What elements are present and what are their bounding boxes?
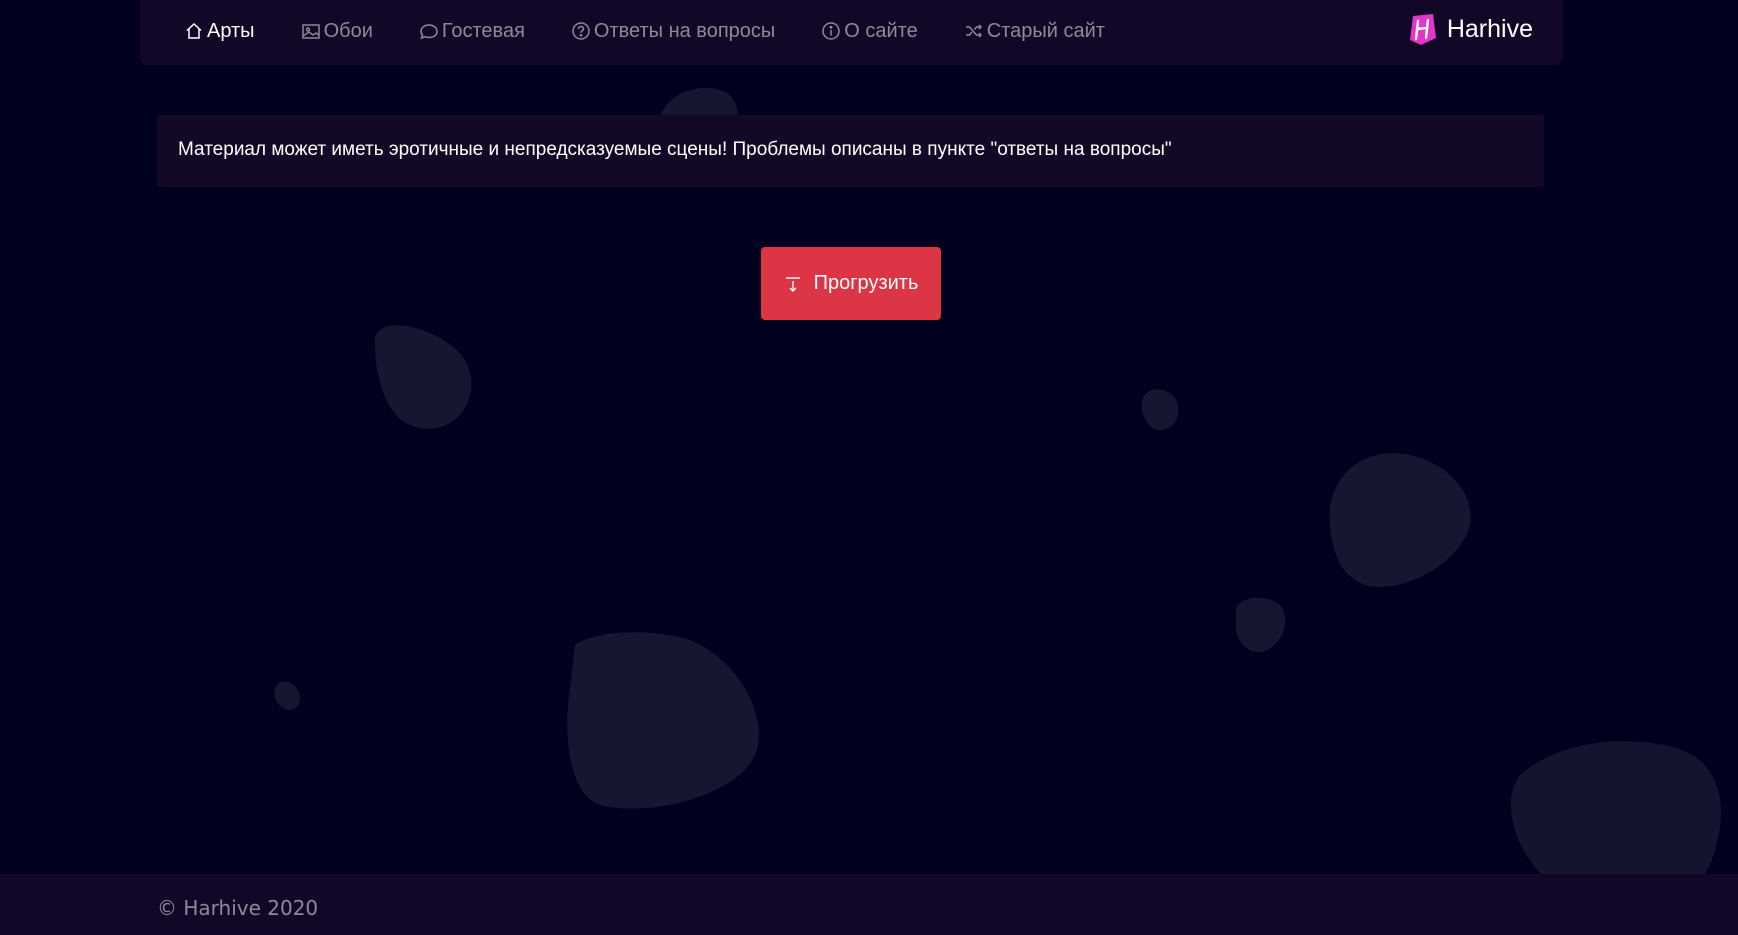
nav-item-label: Ответы на вопросы xyxy=(593,19,776,42)
nav-item-faq[interactable]: Ответы на вопросы xyxy=(571,16,775,46)
notice-text: Материал может иметь эротичные и непредс… xyxy=(178,139,1172,160)
brand-name: Harhive xyxy=(1446,14,1533,43)
load-more-button[interactable]: Прогрузить xyxy=(761,247,941,320)
chat-bubble-icon xyxy=(419,21,439,41)
info-circle-icon xyxy=(821,21,841,41)
background-blob xyxy=(1329,453,1471,587)
harhive-logo-icon xyxy=(1409,14,1436,45)
background-blob xyxy=(567,632,759,809)
top-navbar: Арты Обои Гостевая Ответы на вопросы О с… xyxy=(140,0,1563,65)
home-icon xyxy=(184,21,204,41)
footer: © Harhive 2020 xyxy=(0,874,1738,935)
load-more-label: Прогрузить xyxy=(813,272,919,294)
nav-item-about[interactable]: О сайте xyxy=(821,16,918,46)
nav-item-label: О сайте xyxy=(844,19,918,42)
nav-item-label: Гостевая xyxy=(441,19,525,42)
nav-item-label: Обои xyxy=(323,19,373,42)
nav-item-arts[interactable]: Арты xyxy=(184,16,255,46)
download-arrow-icon xyxy=(785,276,800,292)
content-warning-notice: Материал может иметь эротичные и непредс… xyxy=(157,115,1544,187)
background-blob xyxy=(374,325,472,429)
background-blob xyxy=(1141,389,1179,431)
image-icon xyxy=(301,21,321,41)
nav-item-label: Арты xyxy=(207,19,255,42)
question-circle-icon xyxy=(571,21,591,41)
nav-item-label: Старый сайт xyxy=(986,19,1105,42)
footer-copyright: © Harhive 2020 xyxy=(157,896,319,920)
nav-item-wallpapers[interactable]: Обои xyxy=(301,16,373,46)
nav-item-guestbook[interactable]: Гостевая xyxy=(419,16,525,46)
nav-menu: Арты Обои Гостевая Ответы на вопросы О с… xyxy=(184,0,1151,62)
nav-item-old-site[interactable]: Старый сайт xyxy=(964,16,1105,46)
page: Арты Обои Гостевая Ответы на вопросы О с… xyxy=(0,0,1738,935)
brand-link[interactable]: Harhive xyxy=(1407,12,1533,46)
shuffle-icon xyxy=(964,21,984,41)
background-blob xyxy=(1236,597,1286,653)
background-blob xyxy=(274,681,301,710)
